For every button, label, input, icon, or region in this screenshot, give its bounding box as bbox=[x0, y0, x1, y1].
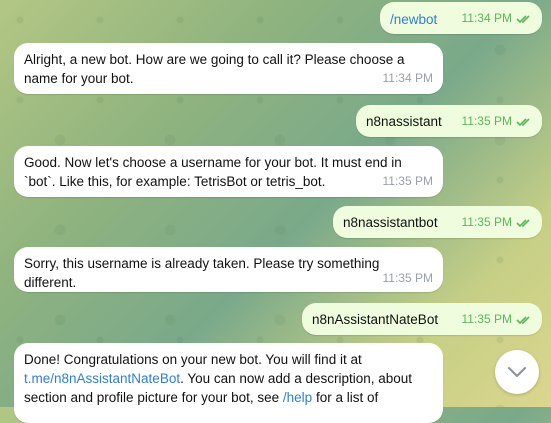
message-time: 11:35 PM bbox=[461, 312, 512, 326]
chevron-down-icon bbox=[508, 367, 526, 377]
message-text: n8nAssistantNateBot bbox=[312, 312, 439, 327]
double-check-icon bbox=[516, 117, 530, 126]
outgoing-message[interactable]: n8nassistantbot 11:35 PM bbox=[333, 206, 542, 238]
incoming-message[interactable]: Done! Congratulations on your new bot. Y… bbox=[14, 343, 443, 423]
message-text: Good. Now let's choose a username for yo… bbox=[24, 155, 406, 189]
message-meta: 11:35 PM bbox=[462, 310, 532, 329]
help-command-link[interactable]: /help bbox=[283, 390, 312, 405]
incoming-message[interactable]: Good. Now let's choose a username for yo… bbox=[14, 146, 443, 197]
outgoing-message[interactable]: /newbot 11:34 PM bbox=[380, 2, 542, 34]
message-time: 11:35 PM bbox=[382, 174, 433, 188]
message-text: n8nassistantbot bbox=[343, 215, 438, 230]
message-text: Sorry, this username is already taken. P… bbox=[24, 256, 384, 290]
message-text: Alright, a new bot. How are we going to … bbox=[24, 52, 409, 86]
double-check-icon bbox=[516, 315, 530, 324]
message-meta: 11:35 PM bbox=[383, 269, 433, 288]
message-time: 11:35 PM bbox=[382, 271, 433, 285]
message-meta: 11:35 PM bbox=[383, 172, 433, 191]
message-text: Done! Congratulations on your new bot. Y… bbox=[24, 350, 429, 407]
incoming-message[interactable]: Sorry, this username is already taken. P… bbox=[14, 247, 443, 292]
command-link[interactable]: /newbot bbox=[390, 10, 437, 29]
message-time: 11:35 PM bbox=[461, 215, 512, 229]
double-check-icon bbox=[516, 14, 530, 23]
message-meta: 11:35 PM bbox=[462, 112, 532, 131]
message-meta: 11:34 PM bbox=[383, 69, 433, 88]
message-text: n8nassistant bbox=[366, 114, 442, 129]
message-time: 11:34 PM bbox=[382, 71, 433, 85]
incoming-message[interactable]: Alright, a new bot. How are we going to … bbox=[14, 43, 443, 94]
outgoing-message[interactable]: n8nAssistantNateBot 11:35 PM bbox=[302, 303, 542, 335]
message-meta: 11:35 PM bbox=[462, 213, 532, 232]
message-meta: 11:34 PM bbox=[462, 9, 532, 28]
message-text-part: for a list of bbox=[312, 390, 379, 405]
message-text-part: Done! Congratulations on your new bot. Y… bbox=[24, 352, 366, 367]
message-time: 11:34 PM bbox=[461, 11, 512, 25]
double-check-icon bbox=[516, 218, 530, 227]
message-time: 11:35 PM bbox=[461, 114, 512, 128]
bot-link[interactable]: t.me/n8nAssistantNateBot bbox=[24, 371, 180, 386]
outgoing-message[interactable]: n8nassistant 11:35 PM bbox=[356, 105, 542, 137]
scroll-to-bottom-button[interactable] bbox=[495, 350, 539, 394]
